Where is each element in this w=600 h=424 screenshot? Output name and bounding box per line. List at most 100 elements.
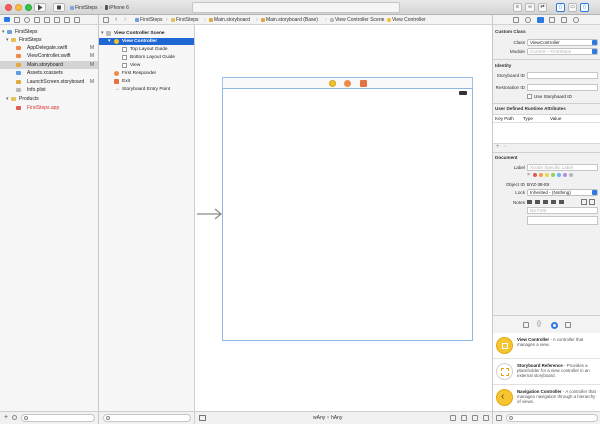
nav-item-file[interactable]: LaunchScreen.storyboard M [0,78,98,86]
label-field[interactable]: Xcode Specific Label [527,164,598,171]
exit-icon[interactable] [360,80,367,87]
background-color-icon[interactable] [589,199,595,205]
minimize-window-button[interactable] [15,4,22,11]
restoration-id-field[interactable] [527,84,598,91]
version-editor-button[interactable]: ⇄ [538,3,547,12]
close-icon[interactable]: × [527,172,530,178]
notes-text-area[interactable] [527,216,598,225]
nav-item-group[interactable]: ▾ Products [0,95,98,103]
pin-icon[interactable] [472,415,478,421]
remove-icon[interactable]: − [503,144,507,150]
storyboard-id-field[interactable] [527,72,598,79]
nav-item-file-selected[interactable]: Main.storyboard M [0,61,98,69]
view-controller-scene[interactable] [222,88,473,341]
align-left-icon[interactable] [527,200,532,204]
font-field[interactable]: No Font [527,207,598,214]
breadcrumb-item[interactable]: View Controller [387,15,426,25]
related-items-icon[interactable] [103,17,109,23]
module-combo-box[interactable]: Current – FirstSteps [527,48,598,55]
file-template-library-icon[interactable] [523,322,529,328]
grid-view-icon[interactable] [496,415,502,421]
outline-item-layout-guide[interactable]: Bottom Layout Guide [99,54,194,61]
view-controller-icon[interactable] [329,80,336,87]
label-color-swatch[interactable] [563,173,567,177]
text-color-icon[interactable] [581,199,587,205]
connections-inspector-icon[interactable] [573,17,579,23]
quick-help-icon[interactable] [525,17,531,23]
resolve-issues-icon[interactable] [483,415,489,421]
nav-item-project[interactable]: ▾ FirstSteps [0,28,98,36]
add-icon[interactable]: + [4,414,8,421]
nav-item-file[interactable]: ViewController.swift M [0,52,98,60]
label-color-swatch[interactable] [557,173,561,177]
label-color-swatch[interactable] [539,173,543,177]
library-item-storyboard-reference[interactable]: Storyboard Reference - Provides a placeh… [493,359,600,385]
issue-navigator-icon[interactable] [34,17,40,23]
library-item-view-controller[interactable]: View Controller - A controller that mana… [493,333,600,359]
back-arrow-icon[interactable]: ‹ [115,16,117,23]
align-justify-icon[interactable] [551,200,556,204]
object-library-icon[interactable] [551,322,558,329]
recent-filter-icon[interactable] [12,415,17,420]
forward-arrow-icon[interactable]: › [124,16,126,23]
outline-item-first-responder[interactable]: First Responder [99,70,194,77]
align-right-icon[interactable] [543,200,548,204]
show-outline-icon[interactable] [199,415,206,421]
breadcrumb-item[interactable]: Main.storyboard (Base) [261,15,318,25]
breadcrumb-item[interactable]: Main.storyboard [209,15,250,25]
standard-editor-button[interactable]: ≡ [513,3,522,12]
size-class-selector[interactable]: wAny × hAny [313,415,342,421]
library-item-navigation-controller[interactable]: ‹ Navigation Controller - A controller t… [493,385,600,411]
align-natural-icon[interactable] [559,200,564,204]
label-color-swatch[interactable] [551,173,555,177]
attributes-inspector-icon[interactable] [549,17,555,23]
runtime-attributes-table[interactable]: Key Path Type Value [493,114,600,144]
symbol-navigator-icon[interactable] [14,17,20,23]
outline-item-view[interactable]: View [99,62,194,69]
first-responder-icon[interactable] [344,80,351,87]
nav-item-file[interactable]: Assets.xcassets [0,69,98,77]
lock-popup[interactable]: Inherited - (Nothing) [527,189,598,196]
close-window-button[interactable] [5,4,12,11]
identity-inspector-icon[interactable] [537,17,544,23]
breadcrumb-item[interactable]: View Controller Scene [330,15,384,25]
label-color-swatch[interactable] [533,173,537,177]
breadcrumb-item[interactable]: FirstSteps [171,15,199,25]
library-filter-input[interactable] [506,414,598,422]
nav-item-file[interactable]: AppDelegate.swift M [0,44,98,52]
outline-item-view-controller[interactable]: ▾ View Controller [99,38,194,45]
scheme-selector[interactable]: FirstSteps › iPhone 6 [70,3,129,12]
class-combo-box[interactable]: ViewController [527,39,598,46]
toggle-debug-area-button[interactable]: ▭ [568,3,577,12]
find-navigator-icon[interactable] [24,17,30,23]
run-button[interactable] [34,3,46,12]
use-storyboard-id-checkbox[interactable] [527,94,532,99]
nav-item-group[interactable]: ▾ FirstSteps [0,36,98,44]
label-color-swatch[interactable] [569,173,573,177]
stack-icon[interactable] [450,415,456,421]
stop-button[interactable] [53,3,65,12]
zoom-window-button[interactable] [25,4,32,11]
outline-item-entry-point[interactable]: → Storyboard Entry Point [99,86,194,93]
project-navigator-icon[interactable] [4,17,10,22]
media-library-icon[interactable] [565,322,571,328]
align-center-icon[interactable] [535,200,540,204]
nav-item-file[interactable]: FirstSteps.app [0,104,98,112]
file-inspector-icon[interactable] [513,17,519,23]
outline-filter-input[interactable] [103,414,191,422]
breakpoint-navigator-icon[interactable] [64,17,70,23]
toggle-utilities-button[interactable]: ▯ [580,3,589,12]
align-icon[interactable] [461,415,467,421]
size-inspector-icon[interactable] [561,17,567,23]
debug-navigator-icon[interactable] [54,17,60,23]
entry-point-arrow-icon[interactable] [197,208,223,220]
test-navigator-icon[interactable] [44,17,50,23]
nav-item-file[interactable]: Info.plist [0,86,98,94]
label-color-swatch[interactable] [545,173,549,177]
add-icon[interactable]: + [496,144,500,150]
outline-item-layout-guide[interactable]: Top Layout Guide [99,46,194,53]
outline-item-exit[interactable]: Exit [99,78,194,85]
navigator-filter-input[interactable] [21,414,95,422]
outline-item-scene[interactable]: ▾ View Controller Scene [99,30,194,37]
toggle-navigator-button[interactable]: ▯ [556,3,565,12]
